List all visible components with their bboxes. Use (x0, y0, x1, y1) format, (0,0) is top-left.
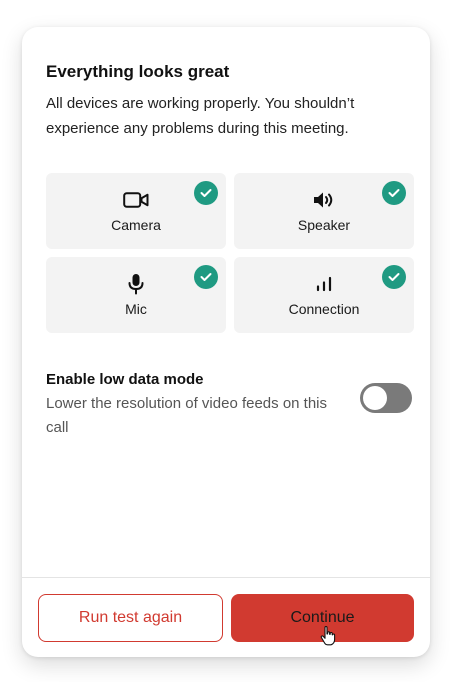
dialog-content: Everything looks great All devices are w… (22, 27, 430, 440)
check-icon (382, 265, 406, 289)
check-icon (382, 181, 406, 205)
toggle-knob (363, 386, 387, 410)
device-tile-connection: Connection (234, 257, 414, 333)
speaker-icon (312, 189, 336, 211)
check-icon (194, 265, 218, 289)
low-data-mode-section: Enable low data mode Lower the resolutio… (46, 369, 414, 440)
low-data-mode-title: Enable low data mode (46, 371, 204, 388)
device-grid: Camera Speaker Mic Connection (46, 173, 414, 333)
hand-pointer-cursor-icon (320, 625, 336, 651)
check-icon (194, 181, 218, 205)
device-tile-speaker: Speaker (234, 173, 414, 249)
signal-icon (315, 273, 333, 295)
device-label: Mic (125, 301, 147, 317)
dialog-description: All devices are working properly. You sh… (46, 95, 355, 137)
continue-button[interactable]: Continue (231, 593, 414, 645)
device-label: Connection (288, 301, 360, 317)
device-label: Camera (111, 217, 161, 233)
run-test-again-button[interactable]: Run test again (38, 593, 223, 642)
mic-icon (127, 273, 145, 295)
camera-icon (123, 189, 149, 211)
device-tile-camera: Camera (46, 173, 226, 249)
device-check-dialog: Everything looks great All devices are w… (22, 27, 430, 657)
low-data-mode-description: Lower the resolution of video feeds on t… (46, 395, 328, 436)
dialog-title: Everything looks great (46, 62, 230, 81)
continue-button-label: Continue (290, 608, 355, 626)
dialog-footer: Run test again Continue (22, 577, 430, 657)
low-data-mode-toggle[interactable] (360, 383, 412, 413)
device-label: Speaker (297, 217, 351, 233)
device-tile-mic: Mic (46, 257, 226, 333)
